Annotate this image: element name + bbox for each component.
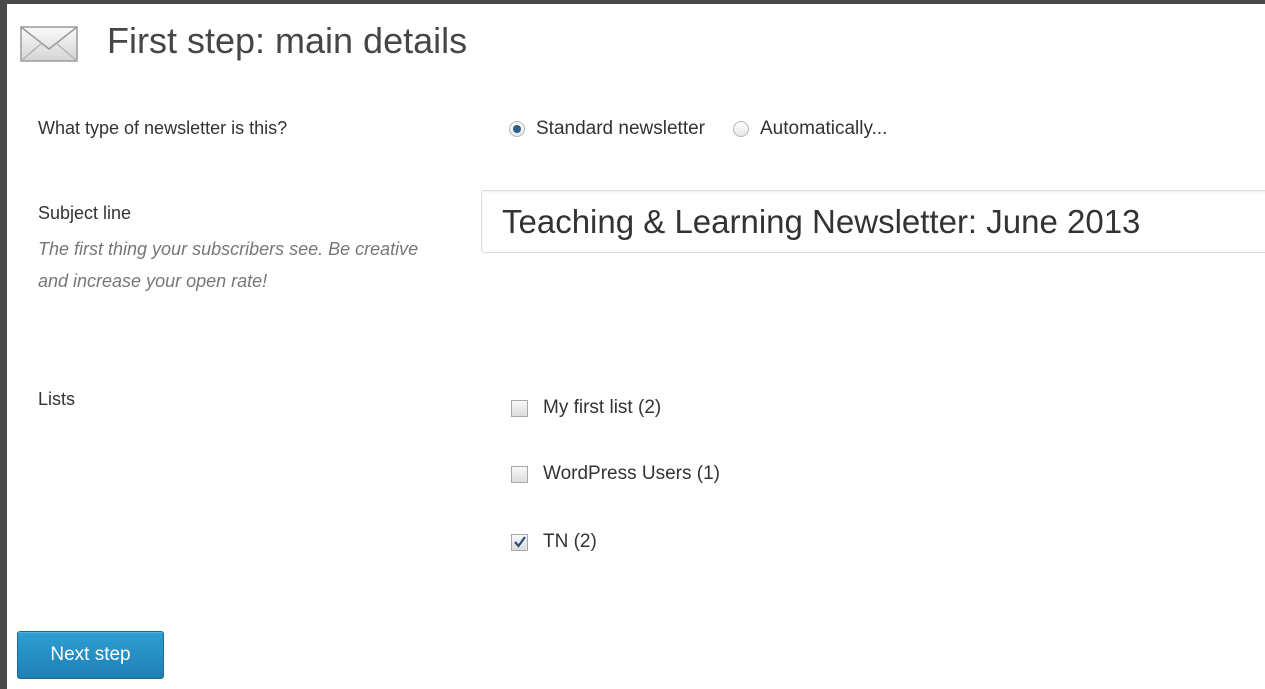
next-step-button[interactable]: Next step	[17, 631, 164, 679]
list-item-tn[interactable]: TN (2)	[511, 531, 597, 553]
subject-line-input[interactable]	[481, 190, 1265, 253]
checkbox-my-first-list[interactable]	[511, 399, 528, 417]
subject-line-label: Subject line	[38, 203, 132, 223]
page-title: First step: main details	[107, 20, 468, 61]
radio-button-standard[interactable]	[509, 121, 525, 137]
checkmark-icon	[514, 535, 526, 548]
checkbox-tn[interactable]	[511, 533, 528, 551]
newsletter-step-panel: First step: main details What type of ne…	[7, 4, 1265, 689]
list-item-wordpress-users[interactable]: WordPress Users (1)	[511, 463, 720, 485]
radio-option-automatic[interactable]: Automatically...	[733, 118, 887, 140]
envelope-icon	[20, 26, 78, 62]
radio-button-automatic[interactable]	[733, 121, 749, 137]
radio-option-standard[interactable]: Standard newsletter	[509, 118, 705, 140]
list-item-label: My first list (2)	[543, 397, 662, 418]
list-item-label: WordPress Users (1)	[543, 463, 721, 484]
radio-label-automatic: Automatically...	[760, 118, 888, 139]
list-item-label: TN (2)	[543, 531, 597, 552]
lists-label: Lists	[38, 389, 76, 409]
newsletter-type-label: What type of newsletter is this?	[38, 118, 288, 138]
checkbox-wordpress-users[interactable]	[511, 465, 528, 483]
newsletter-type-radio-group: Standard newsletter Automatically...	[509, 114, 887, 144]
list-item-my-first-list[interactable]: My first list (2)	[511, 397, 661, 419]
subject-line-hint: The first thing your subscribers see. Be…	[38, 239, 419, 291]
radio-label-standard: Standard newsletter	[536, 118, 705, 139]
